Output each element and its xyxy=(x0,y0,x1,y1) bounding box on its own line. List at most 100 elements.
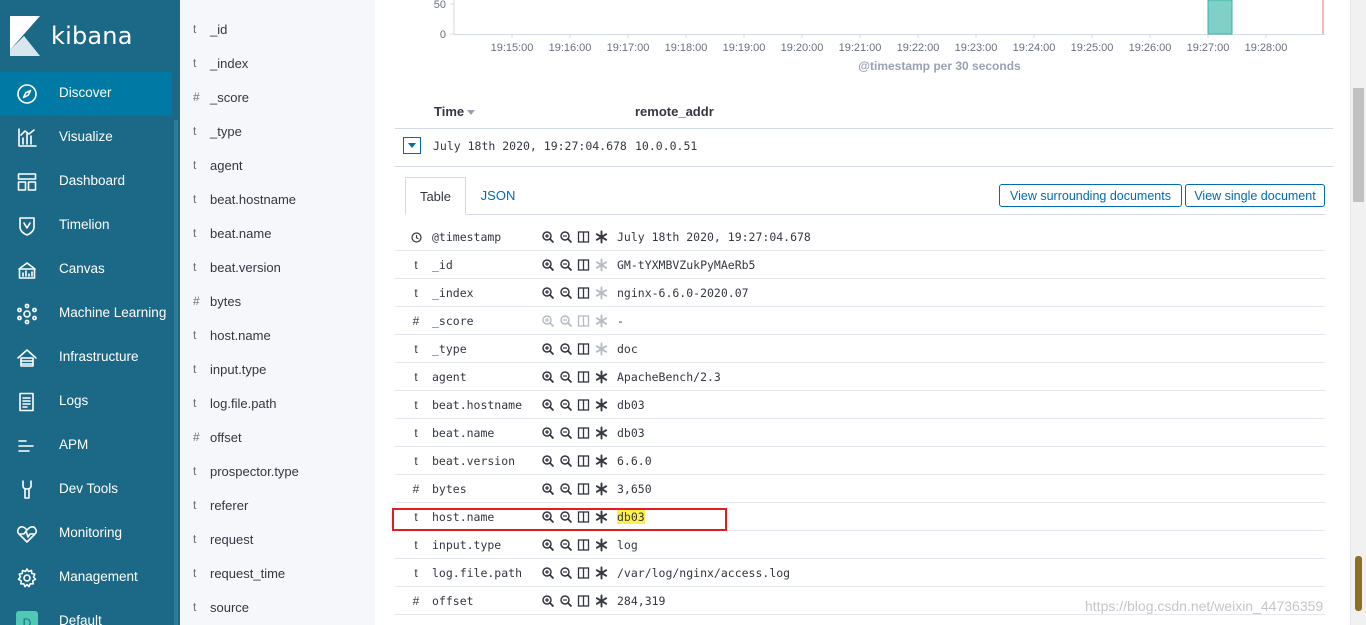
nav-item-dev-tools[interactable]: Dev Tools xyxy=(0,468,180,512)
filter-exists-icon[interactable] xyxy=(595,453,609,469)
filter-for-value-icon[interactable] xyxy=(541,229,555,245)
page-scrollbar[interactable] xyxy=(1350,0,1366,625)
nav-item-management[interactable]: Management xyxy=(0,556,180,600)
filter-for-value-icon[interactable] xyxy=(541,453,555,469)
filter-out-value-icon[interactable] xyxy=(559,481,573,497)
filter-out-value-icon[interactable] xyxy=(559,593,573,609)
field-list-item[interactable]: t log.file.path xyxy=(180,387,375,421)
toggle-column-icon[interactable] xyxy=(577,369,591,385)
toggle-column-icon[interactable] xyxy=(577,593,591,609)
filter-for-value-icon[interactable] xyxy=(541,565,555,581)
detail-row-agent: t agent ApacheBench/2.3 xyxy=(395,363,1325,391)
tab-table[interactable]: Table xyxy=(405,177,466,215)
toggle-column-icon[interactable] xyxy=(577,229,591,245)
toggle-column-icon[interactable] xyxy=(577,257,591,273)
nav-scrollbar[interactable] xyxy=(174,120,178,625)
filter-out-value-icon[interactable] xyxy=(559,285,573,301)
nav-item-monitoring[interactable]: Monitoring xyxy=(0,512,180,556)
field-list-item[interactable]: t _index xyxy=(180,47,375,81)
toggle-column-icon[interactable] xyxy=(577,481,591,497)
filter-for-value-icon[interactable] xyxy=(541,313,555,329)
filter-out-value-icon[interactable] xyxy=(559,369,573,385)
nav-item-visualize[interactable]: Visualize xyxy=(0,116,180,160)
filter-exists-icon[interactable] xyxy=(595,257,609,273)
remote-addr-column-header[interactable]: remote_addr xyxy=(635,104,714,119)
toggle-column-icon[interactable] xyxy=(577,313,591,329)
filter-out-value-icon[interactable] xyxy=(559,229,573,245)
field-list-item[interactable]: # bytes xyxy=(180,285,375,319)
field-list-item[interactable]: t beat.name xyxy=(180,217,375,251)
nav-item-default[interactable]: D Default xyxy=(0,600,180,625)
filter-exists-icon[interactable] xyxy=(595,229,609,245)
filter-out-value-icon[interactable] xyxy=(559,257,573,273)
filter-out-value-icon[interactable] xyxy=(559,425,573,441)
detail-row-actions xyxy=(541,313,611,329)
field-type-indicator: # xyxy=(412,482,420,496)
filter-for-value-icon[interactable] xyxy=(541,537,555,553)
toggle-column-icon[interactable] xyxy=(577,565,591,581)
nav-item-canvas[interactable]: Canvas xyxy=(0,248,180,292)
field-list-item[interactable]: t _id xyxy=(180,13,375,47)
field-list-item[interactable]: t referer xyxy=(180,489,375,523)
filter-exists-icon[interactable] xyxy=(595,341,609,357)
field-list-item[interactable]: t source xyxy=(180,591,375,625)
filter-for-value-icon[interactable] xyxy=(541,341,555,357)
filter-exists-icon[interactable] xyxy=(595,565,609,581)
nav-item-machine-learning[interactable]: Machine Learning xyxy=(0,292,180,336)
view-surrounding-documents-button[interactable]: View surrounding documents xyxy=(999,184,1182,207)
filter-out-value-icon[interactable] xyxy=(559,397,573,413)
filter-exists-icon[interactable] xyxy=(595,593,609,609)
field-list-item[interactable]: t _type xyxy=(180,115,375,149)
field-list-item[interactable]: t request_time xyxy=(180,557,375,591)
filter-exists-icon[interactable] xyxy=(595,285,609,301)
filter-out-value-icon[interactable] xyxy=(559,565,573,581)
document-row[interactable]: July 18th 2020, 19:27:04.678 10.0.0.51 xyxy=(395,129,1333,167)
filter-for-value-icon[interactable] xyxy=(541,369,555,385)
field-list-item[interactable]: t host.name xyxy=(180,319,375,353)
field-list-item[interactable]: t request xyxy=(180,523,375,557)
view-single-document-button[interactable]: View single document xyxy=(1185,184,1325,207)
filter-out-value-icon[interactable] xyxy=(559,453,573,469)
nav-item-infrastructure[interactable]: Infrastructure xyxy=(0,336,180,380)
filter-out-value-icon[interactable] xyxy=(559,537,573,553)
nav-item-logs[interactable]: Logs xyxy=(0,380,180,424)
toggle-column-icon[interactable] xyxy=(577,453,591,469)
detail-field-value: db03 xyxy=(617,426,645,440)
field-list-item[interactable]: t beat.version xyxy=(180,251,375,285)
filter-for-value-icon[interactable] xyxy=(541,397,555,413)
filter-exists-icon[interactable] xyxy=(595,537,609,553)
toggle-column-icon[interactable] xyxy=(577,285,591,301)
sort-down-icon[interactable] xyxy=(467,110,476,116)
filter-exists-icon[interactable] xyxy=(595,313,609,329)
filter-out-value-icon[interactable] xyxy=(559,313,573,329)
field-list-item[interactable]: t input.type xyxy=(180,353,375,387)
tab-json[interactable]: JSON xyxy=(467,177,529,214)
toggle-column-icon[interactable] xyxy=(577,341,591,357)
toggle-column-icon[interactable] xyxy=(577,397,591,413)
filter-exists-icon[interactable] xyxy=(595,425,609,441)
kibana-logo[interactable]: kibana xyxy=(8,12,133,60)
nav-item-dashboard[interactable]: Dashboard xyxy=(0,160,180,204)
nav-item-timelion[interactable]: Timelion xyxy=(0,204,180,248)
filter-for-value-icon[interactable] xyxy=(541,257,555,273)
toggle-column-icon[interactable] xyxy=(577,425,591,441)
filter-out-value-icon[interactable] xyxy=(559,341,573,357)
nav-item-apm[interactable]: APM xyxy=(0,424,180,468)
field-list-item[interactable]: t prospector.type xyxy=(180,455,375,489)
scrollbar-thumb[interactable] xyxy=(1353,88,1364,202)
filter-for-value-icon[interactable] xyxy=(541,593,555,609)
filter-for-value-icon[interactable] xyxy=(541,481,555,497)
field-list-item[interactable]: # offset xyxy=(180,421,375,455)
filter-for-value-icon[interactable] xyxy=(541,425,555,441)
nav-item-discover[interactable]: Discover xyxy=(0,72,172,116)
filter-exists-icon[interactable] xyxy=(595,369,609,385)
filter-exists-icon[interactable] xyxy=(595,481,609,497)
filter-exists-icon[interactable] xyxy=(595,397,609,413)
field-list-item[interactable]: t beat.hostname xyxy=(180,183,375,217)
time-column-header[interactable]: Time xyxy=(434,104,476,119)
toggle-column-icon[interactable] xyxy=(577,537,591,553)
field-list-item[interactable]: t agent xyxy=(180,149,375,183)
expand-toggle-button[interactable] xyxy=(403,137,421,154)
field-list-item[interactable]: # _score xyxy=(180,81,375,115)
filter-for-value-icon[interactable] xyxy=(541,285,555,301)
